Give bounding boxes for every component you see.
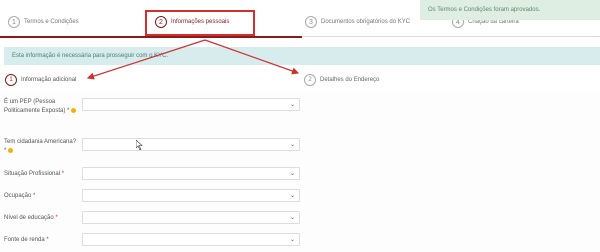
field-income-source: Fonte de renda * ⌄: [4, 233, 300, 247]
info-icon[interactable]: [71, 107, 77, 113]
success-toast: Os Termos e Condições foram aprovados.: [420, 0, 600, 20]
field-label: Fonte de renda *: [4, 237, 49, 243]
step-terms[interactable]: 1 Termos e Condições: [8, 10, 79, 34]
step-number: 3: [305, 16, 317, 28]
employment-status-select[interactable]: ⌄: [82, 167, 300, 180]
field-employment-status: Situação Profissional * ⌄: [4, 167, 300, 181]
chevron-down-icon: ⌄: [289, 102, 295, 108]
field-label: Ocupação *: [4, 193, 36, 199]
chevron-down-icon: ⌄: [289, 215, 295, 221]
info-banner: Esta informação é necessária para prosse…: [4, 47, 600, 65]
field-education-level: Nível de educação * ⌄: [4, 211, 300, 225]
substep-label: Detalhes do Endereço: [320, 77, 380, 83]
us-citizenship-select[interactable]: ⌄: [82, 138, 300, 151]
step-label: Termos e Condições: [24, 19, 79, 25]
substep-address-details[interactable]: 2 Detalhes do Endereço: [304, 73, 379, 87]
field-us-citizenship: Tem cidadania Americana? * ⌄: [4, 138, 300, 160]
chevron-down-icon: ⌄: [289, 171, 295, 177]
annotation-highlight-box: [145, 10, 255, 36]
toast-text: Os Termos e Condições foram aprovados.: [428, 7, 541, 13]
field-label: Nível de educação *: [4, 215, 58, 221]
step-kyc-documents[interactable]: 3 Documentos obrigatórios do KYC: [305, 10, 410, 34]
mouse-cursor-icon: [136, 140, 143, 150]
pep-select[interactable]: ⌄: [82, 98, 300, 111]
step-number: 1: [8, 16, 20, 28]
field-occupation: Ocupação * ⌄: [4, 189, 300, 203]
substep-label: Informação adicional: [21, 77, 77, 83]
field-label: Tem cidadania Americana? *: [4, 139, 77, 154]
stepper-progress-line: [0, 36, 302, 38]
kyc-page: 1 Termos e Condições 2 Informações pesso…: [0, 0, 600, 252]
chevron-down-icon: ⌄: [289, 142, 295, 148]
substep-number: 1: [5, 74, 17, 86]
income-source-select[interactable]: ⌄: [82, 233, 300, 246]
substep-number: 2: [304, 74, 316, 86]
chevron-down-icon: ⌄: [289, 237, 295, 243]
field-label: Situação Profissional *: [4, 171, 65, 177]
occupation-select[interactable]: ⌄: [82, 189, 300, 202]
education-level-select[interactable]: ⌄: [82, 211, 300, 224]
stepper-track-line: [302, 36, 600, 37]
step-label: Documentos obrigatórios do KYC: [321, 19, 411, 25]
chevron-down-icon: ⌄: [289, 193, 295, 199]
info-icon[interactable]: [8, 147, 14, 153]
field-label: É um PEP (Pessoa Politicamente Exposta) …: [4, 98, 78, 116]
info-banner-text: Esta informação é necessária para prosse…: [12, 53, 169, 59]
field-pep: É um PEP (Pessoa Politicamente Exposta) …: [4, 98, 300, 128]
substep-additional-info[interactable]: 1 Informação adicional: [5, 73, 76, 87]
